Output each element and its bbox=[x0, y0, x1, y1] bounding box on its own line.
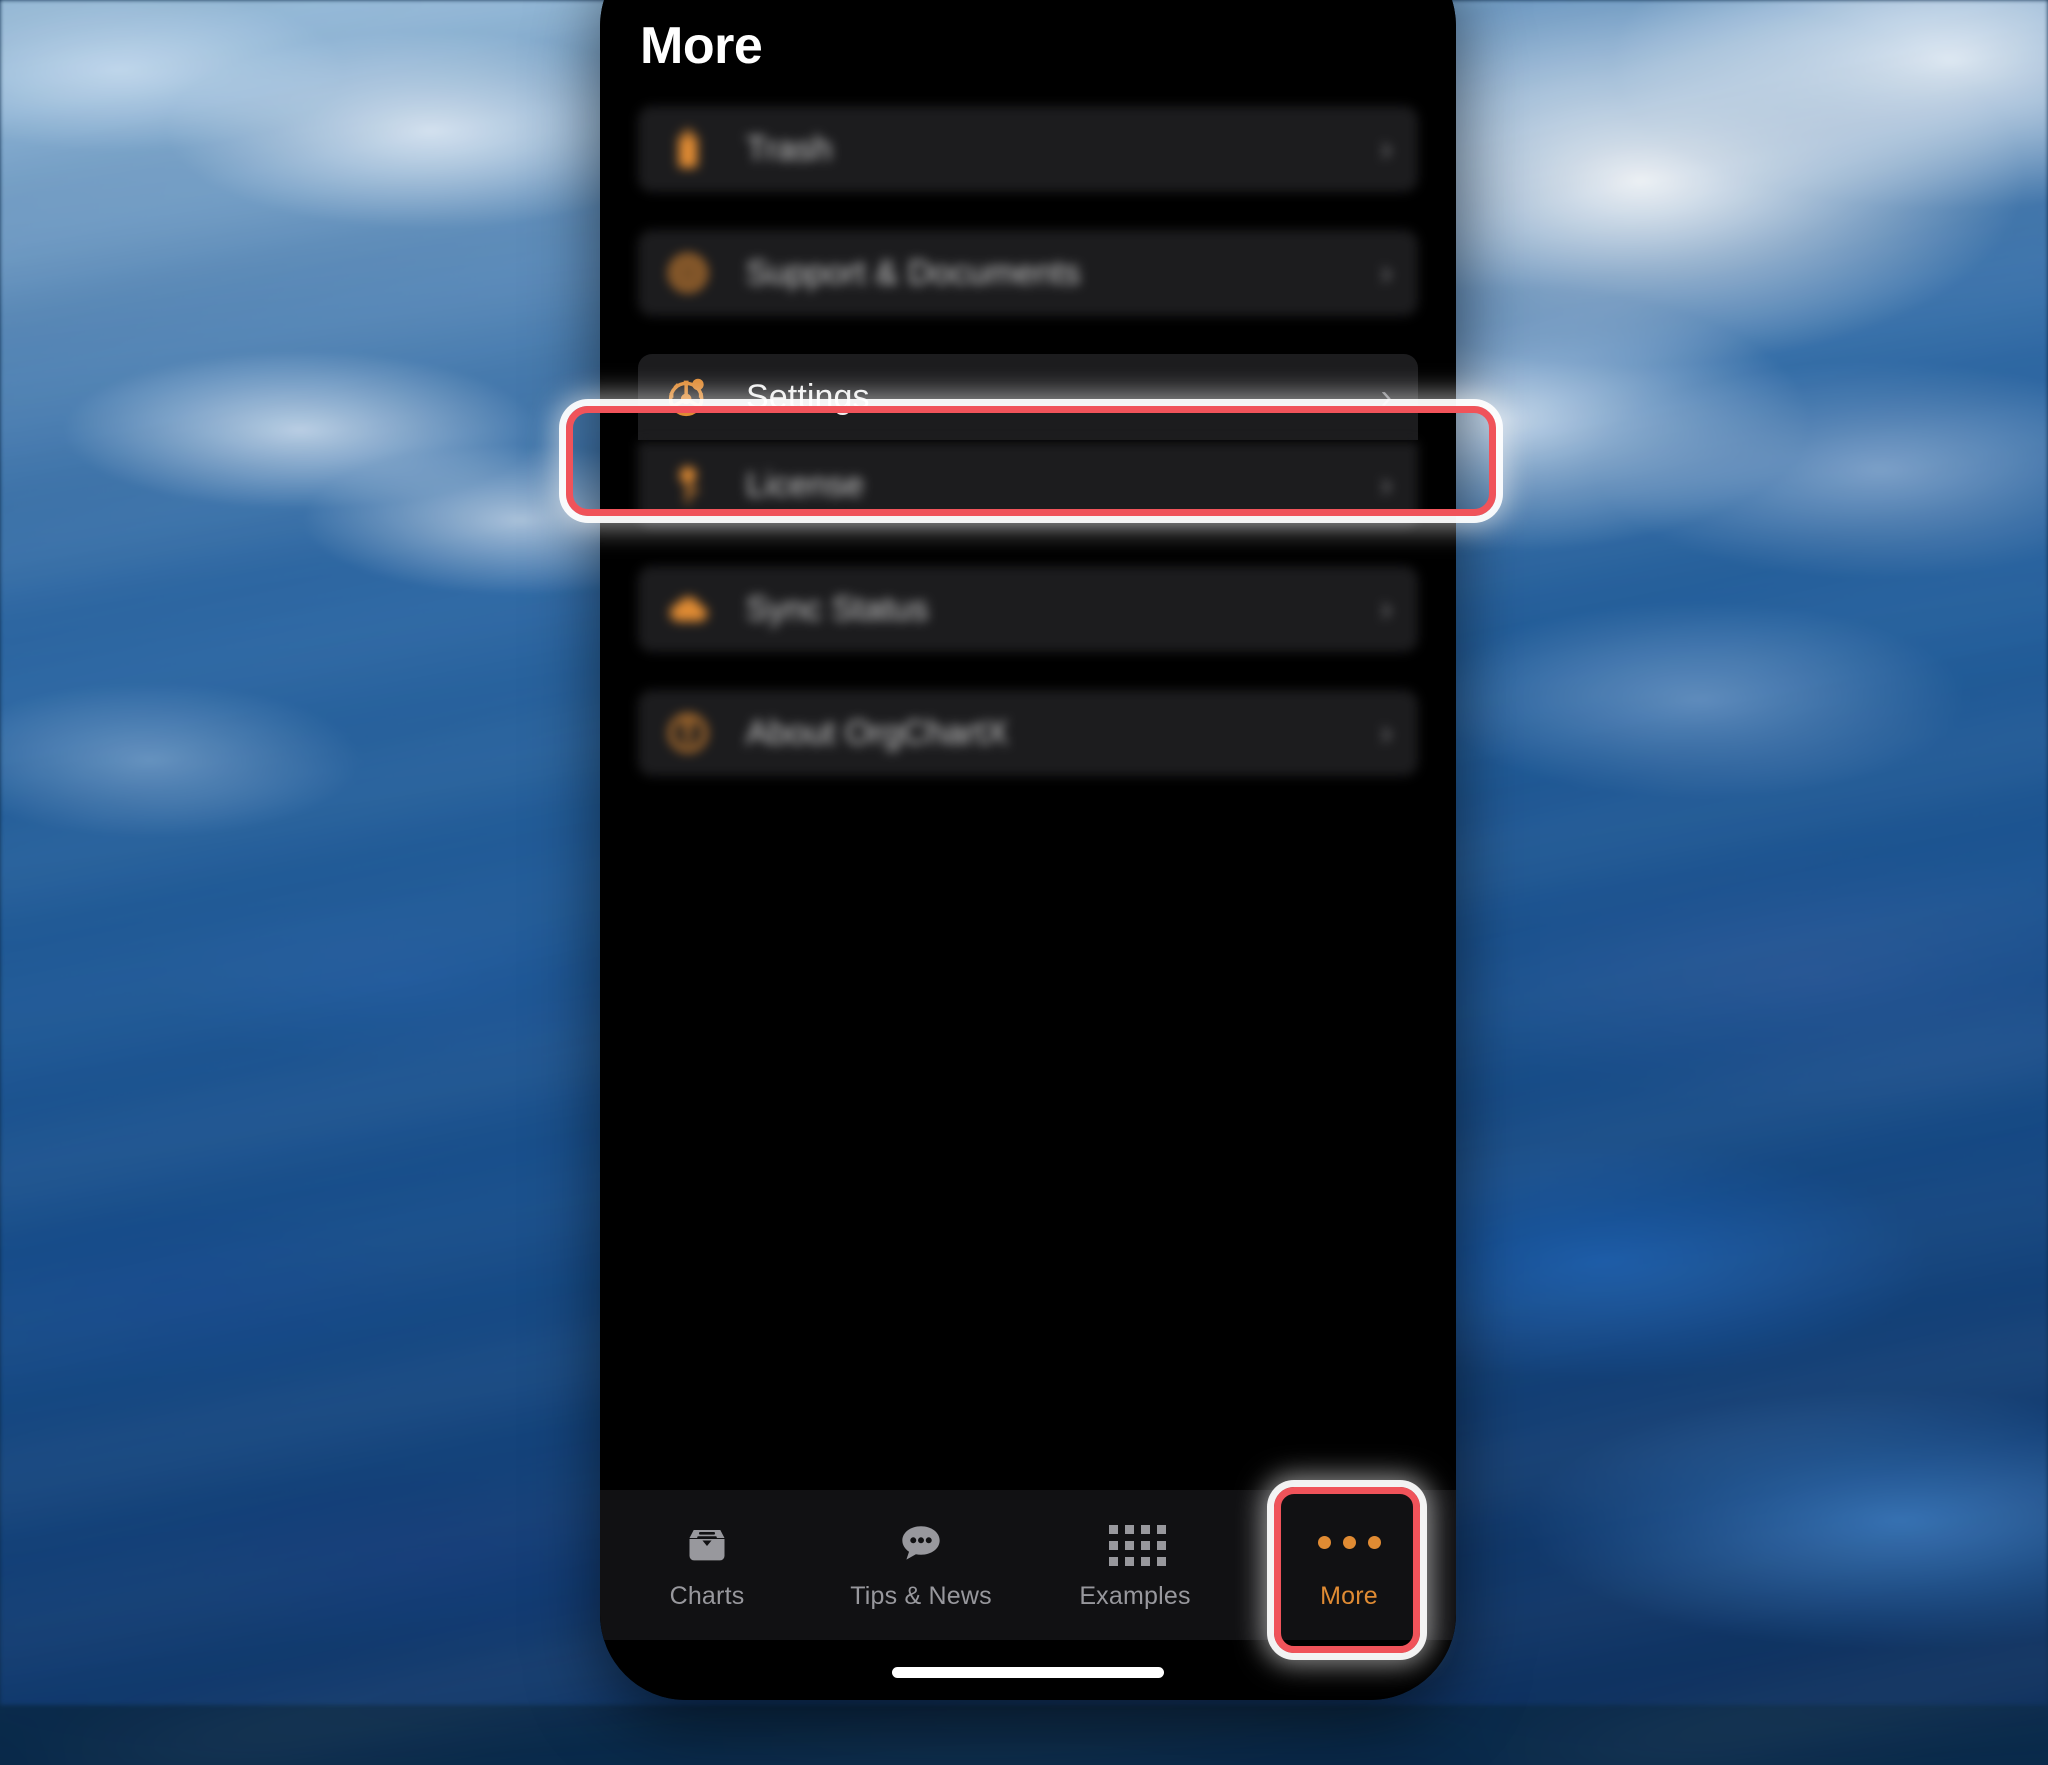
list-item-label: Support & Documents bbox=[746, 254, 1381, 293]
list-item-sync-status[interactable]: Sync Status › bbox=[638, 566, 1418, 652]
tab-examples[interactable]: Examples bbox=[1028, 1490, 1242, 1640]
tab-label: Charts bbox=[670, 1582, 745, 1611]
list-item-about[interactable]: About OrgChartX › bbox=[638, 690, 1418, 776]
tab-label: More bbox=[1320, 1582, 1378, 1611]
key-icon bbox=[660, 463, 716, 507]
tab-tips-news[interactable]: Tips & News bbox=[814, 1490, 1028, 1640]
list-item-label: License bbox=[746, 466, 1381, 505]
chevron-right-icon: › bbox=[1381, 716, 1392, 750]
ellipsis-icon bbox=[1318, 1520, 1381, 1566]
list-item-label: Sync Status bbox=[746, 590, 1381, 629]
chevron-right-icon: › bbox=[1381, 468, 1392, 502]
page-title: More bbox=[640, 16, 762, 76]
list-group: Support & Documents › bbox=[638, 230, 1418, 316]
list-group: Settings › License › bbox=[638, 354, 1418, 528]
tab-more[interactable]: More bbox=[1242, 1490, 1456, 1640]
more-settings-list: Trash › Support & Documents › bbox=[638, 106, 1418, 814]
list-group: Trash › bbox=[638, 106, 1418, 192]
phone-device-frame: More Trash › bbox=[600, 0, 1456, 1700]
phone-screen: More Trash › bbox=[600, 0, 1456, 1700]
chevron-right-icon: › bbox=[1381, 256, 1392, 290]
grid-icon bbox=[1109, 1520, 1161, 1566]
home-indicator bbox=[892, 1667, 1164, 1678]
tab-label: Tips & News bbox=[850, 1582, 992, 1611]
archivebox-icon bbox=[684, 1520, 730, 1566]
tab-charts[interactable]: Charts bbox=[600, 1490, 814, 1640]
cloud-icon bbox=[660, 589, 716, 629]
list-item-label: Settings bbox=[746, 378, 1381, 417]
info-circle-icon bbox=[660, 711, 716, 755]
list-item-license[interactable]: License › bbox=[638, 442, 1418, 528]
list-item-support-documents[interactable]: Support & Documents › bbox=[638, 230, 1418, 316]
list-item-label: Trash bbox=[746, 130, 1381, 169]
chevron-right-icon: › bbox=[1381, 592, 1392, 626]
trash-icon bbox=[660, 127, 716, 171]
chevron-right-icon: › bbox=[1381, 380, 1392, 414]
tab-label: Examples bbox=[1079, 1582, 1190, 1611]
chevron-right-icon: › bbox=[1381, 132, 1392, 166]
list-group: About OrgChartX › bbox=[638, 690, 1418, 776]
gear-icon bbox=[660, 373, 716, 421]
list-item-label: About OrgChartX bbox=[746, 714, 1381, 753]
bottom-tab-bar: Charts Tips & News bbox=[600, 1490, 1456, 1640]
list-item-trash[interactable]: Trash › bbox=[638, 106, 1418, 192]
lifepreserver-icon bbox=[660, 251, 716, 295]
speech-bubble-icon bbox=[898, 1520, 944, 1566]
list-item-settings[interactable]: Settings › bbox=[638, 354, 1418, 440]
list-group: Sync Status › bbox=[638, 566, 1418, 652]
